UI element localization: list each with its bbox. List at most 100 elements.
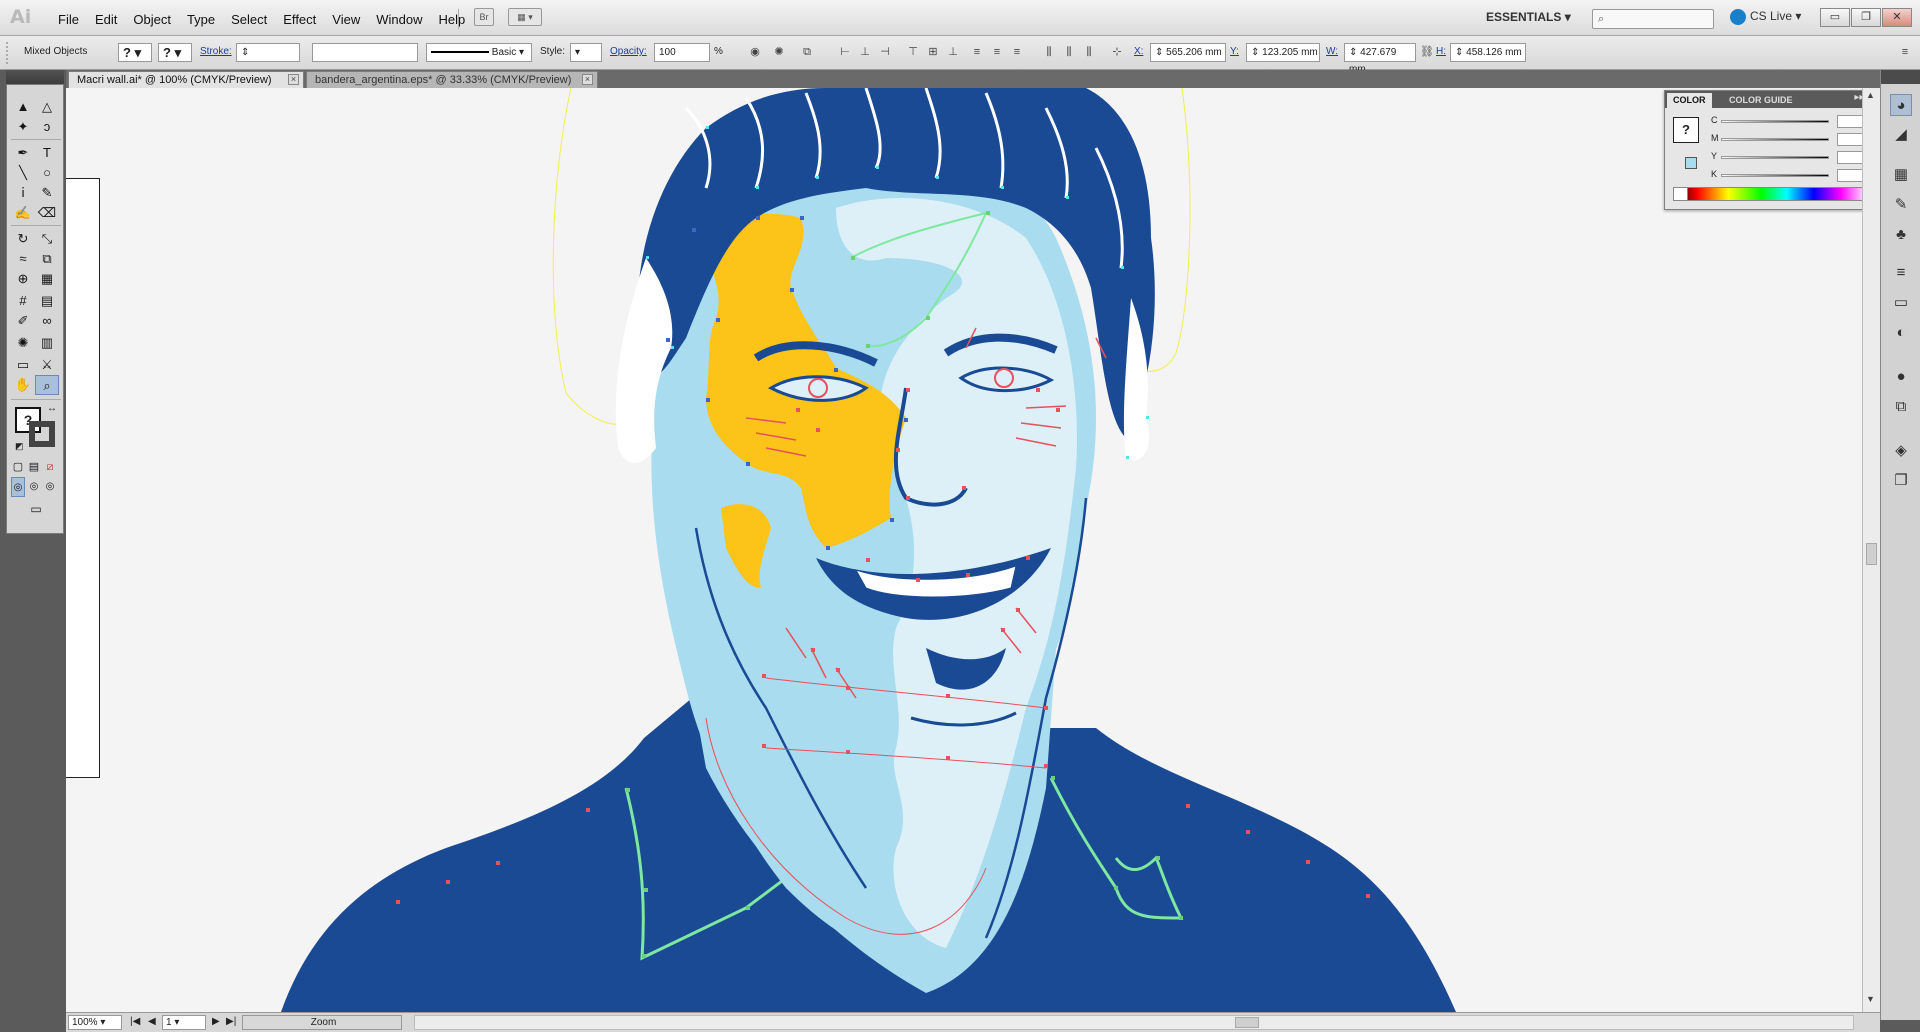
vertical-scroll-thumb[interactable]	[1866, 543, 1877, 565]
distribute-right-icon[interactable]: ⫼	[1080, 43, 1098, 62]
none-mode-icon[interactable]: ⧄	[43, 457, 57, 477]
rotate-tool-icon[interactable]: ↻	[11, 229, 35, 249]
ellipse-tool-icon[interactable]: ○	[35, 163, 59, 183]
gradient-mode-icon[interactable]: ▤	[27, 457, 41, 477]
blend-tool-icon[interactable]: ∞	[35, 311, 59, 331]
minimize-button[interactable]: ▭	[1820, 8, 1850, 27]
tab-color-guide[interactable]: COLOR GUIDE	[1723, 93, 1799, 108]
scroll-down-icon[interactable]: ▼	[1866, 994, 1875, 1004]
color-panel-icon[interactable]: ◕	[1890, 94, 1912, 116]
menu-help[interactable]: Help	[430, 10, 473, 29]
next-artboard-icon[interactable]: ▶	[212, 1016, 220, 1027]
fill-stroke-swatches[interactable]: ? ↔ ◩	[15, 403, 59, 451]
warp-tool-icon[interactable]: ≈	[11, 249, 35, 269]
help-search-input[interactable]: ⌕	[1592, 9, 1714, 29]
direct-selection-tool-icon[interactable]: △	[35, 97, 59, 117]
stroke-weight-field[interactable]: ⇕	[236, 43, 300, 62]
align-middle-icon[interactable]: ⊞	[924, 43, 942, 62]
slice-tool-icon[interactable]: ⚔	[35, 355, 59, 375]
color-mode-icon[interactable]: ▢	[11, 457, 25, 477]
y-label[interactable]: Y:	[1230, 46, 1239, 57]
x-field[interactable]: ⇕ 565.206 mm	[1150, 43, 1226, 62]
paintbrush-tool-icon[interactable]: ⅰ	[11, 183, 35, 203]
w-label[interactable]: W:	[1326, 46, 1338, 57]
restore-button[interactable]: ❐	[1851, 8, 1881, 27]
distribute-center-icon[interactable]: ⫼	[1060, 43, 1078, 62]
w-field[interactable]: ⇕ 427.679 mm	[1344, 43, 1416, 75]
menu-type[interactable]: Type	[179, 10, 223, 29]
x-label[interactable]: X:	[1134, 46, 1143, 57]
artboard-number-field[interactable]: 1 ▾	[162, 1015, 206, 1030]
artboards-panel-icon[interactable]: ❐	[1890, 470, 1912, 492]
magic-wand-tool-icon[interactable]: ✦	[11, 117, 35, 137]
workspace-switcher[interactable]: ESSENTIALS ▾	[1486, 10, 1571, 24]
stroke-panel-icon[interactable]: ≡	[1890, 262, 1912, 284]
align-center-icon[interactable]: ⊥	[856, 43, 874, 62]
color-fill-stroke-icon[interactable]: ?	[1673, 117, 1699, 143]
shape-builder-tool-icon[interactable]: ⊕	[11, 269, 35, 289]
document-canvas[interactable]	[66, 88, 1880, 1012]
free-transform-tool-icon[interactable]: ⧉	[35, 249, 59, 269]
symbol-sprayer-tool-icon[interactable]: ✺	[11, 333, 35, 353]
recolor-options-icon[interactable]: ✺	[770, 43, 788, 62]
scroll-up-icon[interactable]: ▲	[1866, 90, 1875, 100]
current-tool-status[interactable]: Zoom	[242, 1015, 402, 1030]
tab-color[interactable]: COLOR	[1667, 93, 1712, 108]
reference-point-icon[interactable]: ⊹	[1108, 43, 1126, 62]
distribute-bottom-icon[interactable]: ≡	[1008, 43, 1026, 62]
swatches-panel-icon[interactable]: ▦	[1890, 164, 1912, 186]
pen-tool-icon[interactable]: ✒	[11, 143, 35, 163]
variable-width-profile[interactable]	[312, 43, 418, 62]
selection-tool-icon[interactable]: ▲	[11, 97, 35, 117]
brush-definition[interactable]: Basic ▾	[426, 43, 532, 62]
gradient-panel-icon[interactable]: ▭	[1890, 292, 1912, 314]
tab-bandera-argentina[interactable]: bandera_argentina.eps* @ 33.33% (CMYK/Pr…	[306, 71, 598, 88]
zoom-level-field[interactable]: 100% ▾	[68, 1015, 122, 1030]
close-tab-icon[interactable]: ×	[288, 74, 299, 85]
appearance-panel-icon[interactable]: ●	[1890, 366, 1912, 388]
k-slider[interactable]	[1721, 174, 1829, 177]
stroke-label[interactable]: Stroke:	[200, 46, 232, 57]
constrain-proportions-icon[interactable]: ⛓	[1418, 43, 1436, 62]
mesh-tool-icon[interactable]: #	[11, 291, 35, 311]
eraser-tool-icon[interactable]: ⌫	[35, 203, 59, 223]
portrait-artwork[interactable]	[66, 88, 1862, 1012]
lasso-tool-icon[interactable]: ↄ	[35, 117, 59, 137]
distribute-middle-icon[interactable]: ≡	[988, 43, 1006, 62]
first-artboard-icon[interactable]: |◀	[130, 1016, 140, 1027]
close-tab-icon[interactable]: ×	[582, 74, 593, 85]
draw-normal-icon[interactable]: ◎	[11, 477, 25, 497]
opacity-label[interactable]: Opacity:	[610, 46, 647, 57]
menu-file[interactable]: File	[50, 10, 87, 29]
pencil-tool-icon[interactable]: ✎	[35, 183, 59, 203]
symbols-panel-icon[interactable]: ♣	[1890, 224, 1912, 246]
line-tool-icon[interactable]: ╲	[11, 163, 35, 183]
align-top-icon[interactable]: ⊤	[904, 43, 922, 62]
align-bottom-icon[interactable]: ⊥	[944, 43, 962, 62]
arrange-documents-button[interactable]: ▦ ▾	[508, 8, 542, 26]
menu-select[interactable]: Select	[223, 10, 275, 29]
graph-tool-icon[interactable]: ▥	[35, 333, 59, 353]
vertical-scrollbar[interactable]: ▲ ▼	[1862, 88, 1880, 1012]
scale-tool-icon[interactable]: ⤡	[35, 229, 59, 249]
fill-swatch[interactable]: ? ▾	[118, 43, 152, 62]
y-slider[interactable]	[1721, 156, 1829, 159]
y-field[interactable]: ⇕ 123.205 mm	[1246, 43, 1320, 62]
swap-fill-stroke-icon[interactable]: ↔	[47, 403, 57, 414]
isolate-group-icon[interactable]: ⧉	[798, 43, 816, 62]
transparency-panel-icon[interactable]: ◐	[1890, 322, 1912, 344]
hand-tool-icon[interactable]: ✋	[11, 375, 35, 395]
menu-object[interactable]: Object	[125, 10, 179, 29]
menu-view[interactable]: View	[324, 10, 368, 29]
dock-header[interactable]	[1881, 70, 1920, 84]
zoom-tool-icon[interactable]: ⌕	[35, 375, 59, 395]
perspective-grid-tool-icon[interactable]: ▦	[35, 269, 59, 289]
color-guide-panel-icon[interactable]: ◢	[1890, 124, 1912, 146]
close-button[interactable]: ✕	[1882, 8, 1912, 27]
previous-artboard-icon[interactable]: ◀	[148, 1016, 156, 1027]
color-spectrum-bar[interactable]	[1673, 187, 1869, 201]
graphic-styles-panel-icon[interactable]: ⧉	[1890, 396, 1912, 418]
recolor-artwork-icon[interactable]: ◉	[746, 43, 764, 62]
layers-panel-icon[interactable]: ◈	[1890, 440, 1912, 462]
tab-macri-wall[interactable]: Macri wall.ai* @ 100% (CMYK/Preview) ×	[68, 71, 304, 88]
